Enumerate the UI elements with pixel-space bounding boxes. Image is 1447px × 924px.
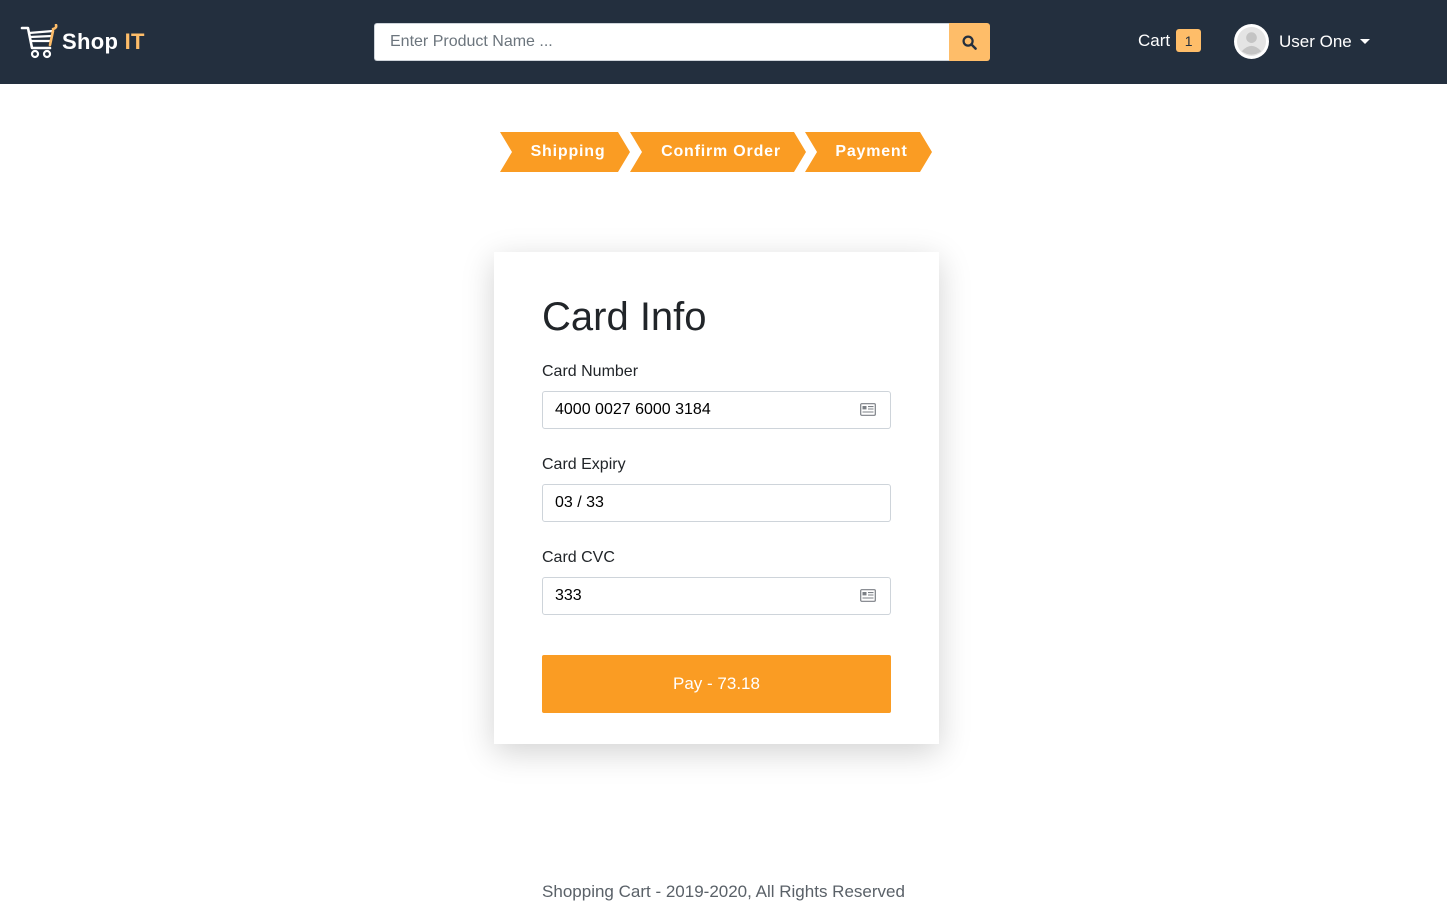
card-expiry-label: Card Expiry (542, 456, 626, 473)
footer-text: Shopping Cart - 2019-2020, All Rights Re… (542, 882, 905, 901)
step-shipping[interactable]: Shipping (500, 132, 630, 172)
card-number-field (542, 391, 891, 429)
card-cvc-field (542, 577, 891, 615)
search-input[interactable] (374, 23, 949, 61)
card-number-label: Card Number (542, 363, 639, 380)
chevron-down-icon (1359, 39, 1370, 44)
brand-name: Shop IT (62, 29, 145, 55)
brand-name-main: Shop (62, 29, 119, 54)
card-cvc-label: Card CVC (542, 549, 615, 566)
credit-card-icon (860, 589, 876, 602)
card-expiry-input[interactable] (555, 494, 878, 512)
page-title: Card Info (542, 295, 707, 339)
cart-link[interactable]: Cart 1 (1138, 29, 1202, 52)
card-number-input[interactable] (555, 401, 878, 419)
user-avatar-icon (1236, 26, 1267, 57)
user-name: User One (1279, 31, 1352, 51)
shopping-cart-logo-icon (20, 24, 58, 59)
user-menu-toggle[interactable]: User One (1234, 24, 1370, 59)
step-label: Payment (835, 143, 908, 160)
payment-form-card: Card Info Card Number Card Expiry Card C… (494, 252, 939, 744)
cart-label: Cart (1138, 30, 1171, 50)
avatar (1234, 24, 1269, 59)
step-payment[interactable]: Payment (805, 132, 932, 172)
step-label: Confirm Order (661, 143, 781, 160)
search-button[interactable] (949, 23, 990, 61)
navbar: Shop IT Cart 1 User One (0, 0, 1447, 84)
brand-logo[interactable]: Shop IT (20, 24, 145, 60)
checkout-steps: Shipping Confirm Order Payment (0, 132, 1447, 172)
pay-button[interactable]: Pay - 73.18 (542, 655, 891, 713)
cart-count-badge: 1 (1176, 29, 1202, 52)
brand-name-accent: IT (124, 29, 145, 54)
step-confirm-order[interactable]: Confirm Order (630, 132, 806, 172)
credit-card-icon (860, 403, 876, 416)
search-icon (962, 34, 977, 50)
step-label: Shipping (530, 143, 606, 160)
card-expiry-field (542, 484, 891, 522)
card-cvc-input[interactable] (555, 587, 878, 605)
search-bar (374, 23, 990, 61)
